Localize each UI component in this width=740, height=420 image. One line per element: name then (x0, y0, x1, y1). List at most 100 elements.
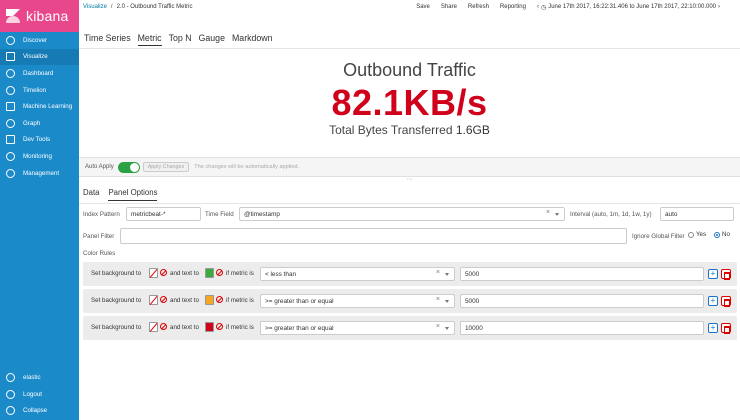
graph-icon (6, 118, 15, 128)
time-field-select[interactable]: @timestamp × (239, 207, 565, 221)
clear-color-icon[interactable] (160, 269, 167, 276)
clear-color-icon[interactable] (216, 323, 223, 330)
clear-icon[interactable]: × (436, 269, 440, 276)
auto-apply-bar: Auto Apply Apply Changes The changes wil… (79, 157, 740, 177)
interval-label: Interval (auto, 1m, 1d, 1w, 1y) (570, 211, 652, 218)
operator-select[interactable]: >= greater than or equal × (260, 294, 455, 308)
color-rule-row: Set background to and text to if metric … (83, 262, 737, 286)
panel-filter-input[interactable] (120, 228, 627, 244)
auto-apply-toggle[interactable] (117, 161, 140, 173)
sidebar-item-timelion[interactable]: Timelion (0, 82, 79, 99)
rule-bg-text: Set background to (91, 297, 142, 304)
tab-panel-options[interactable]: Panel Options (108, 188, 158, 201)
sidebar-item-label: Collapse (23, 407, 48, 415)
time-range-picker[interactable]: ‹ ◷ June 17th 2017, 16:22:31.406 to June… (535, 4, 722, 11)
background-color-swatch[interactable] (149, 268, 158, 278)
tab-gauge[interactable]: Gauge (199, 33, 225, 45)
delete-rule-button[interactable] (721, 296, 731, 307)
sidebar-item-monitoring[interactable]: Monitoring (0, 148, 79, 165)
clear-color-icon[interactable] (216, 269, 223, 276)
add-rule-button[interactable]: + (708, 296, 718, 306)
machine-learning-icon (6, 102, 15, 112)
index-pattern-label: Index Pattern (83, 211, 120, 218)
kibana-logo[interactable]: kibana (0, 0, 79, 32)
share-button[interactable]: Share (441, 4, 457, 10)
tab-top-n[interactable]: Top N (169, 33, 192, 45)
apply-changes-button[interactable]: Apply Changes (142, 162, 190, 172)
tab-time-series[interactable]: Time Series (84, 33, 131, 45)
breadcrumb-current: 2.0 - Outbound Traffic Metric (116, 4, 193, 10)
chevron-down-icon[interactable] (555, 213, 559, 216)
add-rule-button[interactable]: + (708, 269, 718, 279)
sidebar-item-label: Visualize (23, 53, 48, 61)
operator-select[interactable]: >= greater than or equal × (260, 321, 455, 335)
delete-rule-button[interactable] (721, 323, 731, 334)
auto-apply-label: Auto Apply (85, 164, 114, 170)
rule-metric-text: if metric is (226, 324, 254, 331)
time-field-value: @timestamp (244, 210, 280, 218)
text-color-swatch[interactable] (205, 268, 214, 278)
ignore-global-filter-no[interactable]: No (714, 231, 730, 238)
threshold-input[interactable]: 5000 (460, 267, 704, 281)
ignore-global-filter-label: Ignore Global Filter (632, 233, 685, 240)
chevron-down-icon[interactable] (445, 273, 449, 276)
index-pattern-input[interactable]: metricbeat-* (126, 207, 201, 221)
clear-icon[interactable]: × (436, 296, 440, 303)
threshold-input[interactable]: 5000 (460, 294, 704, 308)
delete-rule-button[interactable] (721, 269, 731, 280)
refresh-button[interactable]: Refresh (468, 4, 489, 10)
clear-color-icon[interactable] (160, 323, 167, 330)
clear-icon[interactable]: × (436, 323, 440, 330)
text-color-swatch[interactable] (205, 322, 214, 332)
ignore-global-filter-yes[interactable]: Yes (688, 231, 706, 238)
collapse-icon (6, 406, 15, 416)
chevron-down-icon[interactable] (445, 327, 449, 330)
breadcrumb-visualize-link[interactable]: Visualize (83, 4, 107, 10)
metric-visualization: Outbound Traffic 82.1KB/s Total Bytes Tr… (79, 49, 740, 157)
threshold-input[interactable]: 10000 (460, 321, 704, 335)
rule-metric-text: if metric is (226, 270, 254, 277)
clear-color-icon[interactable] (160, 296, 167, 303)
color-rules-label: Color Rules (83, 250, 116, 257)
chevron-down-icon[interactable] (445, 300, 449, 303)
sidebar-item-label: Discover (23, 36, 48, 44)
sidebar-item-management[interactable]: Management (0, 165, 79, 182)
dashboard-icon (6, 68, 15, 78)
tab-markdown[interactable]: Markdown (232, 33, 273, 45)
operator-value: >= greater than or equal (265, 324, 334, 332)
color-rule-row: Set background to and text to if metric … (83, 316, 737, 340)
sidebar-item-visualize[interactable]: Visualize (0, 48, 79, 66)
save-button[interactable]: Save (416, 4, 430, 10)
time-range-text: June 17th 2017, 16:22:31.406 to June 17t… (548, 4, 716, 10)
logo-text: kibana (26, 8, 69, 24)
clear-color-icon[interactable] (216, 296, 223, 303)
operator-select[interactable]: < less than × (260, 267, 455, 281)
sidebar-item-dev-tools[interactable]: Dev Tools (0, 132, 79, 149)
sidebar-item-dashboard[interactable]: Dashboard (0, 65, 79, 82)
rule-bg-text: Set background to (91, 324, 142, 331)
reporting-button[interactable]: Reporting (500, 4, 526, 10)
bar-chart-icon (6, 52, 15, 62)
tab-data[interactable]: Data (83, 188, 99, 201)
sidebar-item-logout[interactable]: Logout (0, 386, 79, 403)
background-color-swatch[interactable] (149, 322, 158, 332)
top-nav-bar: Visualize / 2.0 - Outbound Traffic Metri… (79, 0, 740, 14)
interval-input[interactable]: auto (660, 207, 734, 221)
clear-icon[interactable]: × (546, 209, 550, 216)
add-rule-button[interactable]: + (708, 323, 718, 333)
metric-secondary-label: Total Bytes Transferred (329, 123, 453, 137)
tab-metric[interactable]: Metric (137, 33, 162, 46)
threshold-value: 5000 (465, 270, 480, 278)
radio-icon (688, 231, 694, 238)
background-color-swatch[interactable] (149, 295, 158, 305)
sidebar-item-machine-learning[interactable]: Machine Learning (0, 98, 79, 115)
chevron-right-icon[interactable]: › (716, 4, 722, 10)
sidebar-item-collapse[interactable]: Collapse (0, 402, 79, 419)
sidebar-item-discover[interactable]: Discover (0, 32, 79, 49)
sidebar-item-user[interactable]: elastic (0, 369, 79, 386)
text-color-swatch[interactable] (205, 295, 214, 305)
sidebar-item-label: Management (23, 169, 60, 177)
sidebar-item-graph[interactable]: Graph (0, 115, 79, 132)
metric-label: Outbound Traffic (343, 60, 476, 80)
rule-text-text: and text to (170, 297, 199, 304)
